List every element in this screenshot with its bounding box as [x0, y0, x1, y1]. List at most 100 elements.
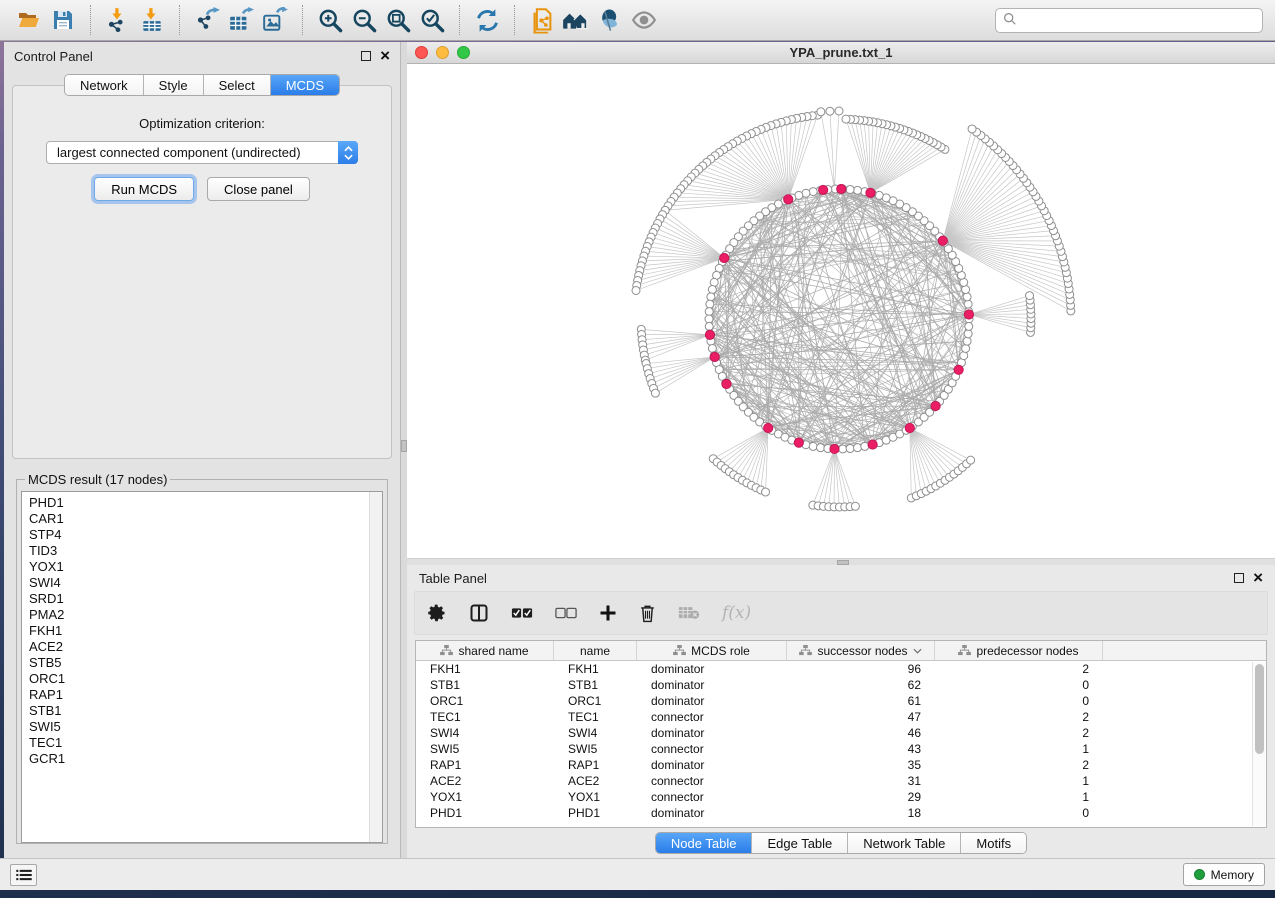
mcds-result-item[interactable]: PMA2 [29, 607, 382, 623]
network-node[interactable] [846, 185, 854, 193]
mcds-result-item[interactable]: STP4 [29, 527, 382, 543]
network-node[interactable] [868, 440, 877, 449]
table-row[interactable]: ORC1ORC1dominator610 [416, 693, 1266, 709]
table-row[interactable]: SWI5SWI5connector431 [416, 741, 1266, 757]
network-node[interactable] [819, 185, 828, 194]
tab-motifs[interactable]: Motifs [961, 833, 1026, 853]
table-row[interactable]: SWI4SWI4dominator462 [416, 725, 1266, 741]
column-header-predecessor-nodes[interactable]: predecessor nodes [935, 641, 1103, 660]
network-node[interactable] [705, 308, 713, 316]
close-panel-button[interactable]: Close panel [207, 177, 310, 201]
network-node[interactable] [931, 401, 940, 410]
mcds-result-list[interactable]: PHD1CAR1STP4TID3YOX1SWI4SRD1PMA2FKH1ACE2… [21, 491, 383, 843]
network-node[interactable] [839, 445, 847, 453]
column-header-mcds-role[interactable]: MCDS role [637, 641, 787, 660]
mcds-result-item[interactable]: ACE2 [29, 639, 382, 655]
create-column-plus-icon[interactable] [599, 604, 617, 622]
memory-button[interactable]: Memory [1183, 863, 1265, 886]
network-node[interactable] [854, 444, 862, 452]
search-input[interactable] [1022, 13, 1255, 27]
window-maximize-icon[interactable] [457, 46, 470, 59]
network-node[interactable] [764, 423, 773, 432]
mcds-result-item[interactable]: STB1 [29, 703, 382, 719]
tab-style[interactable]: Style [144, 75, 204, 95]
table-row[interactable]: TEC1TEC1connector472 [416, 709, 1266, 725]
network-node[interactable] [816, 444, 824, 452]
mcds-result-item[interactable]: TEC1 [29, 735, 382, 751]
export-image-icon[interactable] [258, 5, 292, 35]
network-node[interactable] [964, 330, 972, 338]
table-row[interactable]: STB1STB1dominator620 [416, 677, 1266, 693]
import-table-file-icon[interactable] [135, 5, 169, 35]
refresh-layout-icon[interactable] [470, 5, 504, 35]
table-row[interactable]: YOX1YOX1connector291 [416, 789, 1266, 805]
network-node[interactable] [705, 315, 713, 323]
export-network-icon[interactable] [190, 5, 224, 35]
mcds-result-item[interactable]: YOX1 [29, 559, 382, 575]
network-node[interactable] [632, 286, 640, 294]
network-node[interactable] [851, 502, 859, 510]
network-node[interactable] [866, 188, 875, 197]
control-panel-float-icon[interactable] [361, 51, 371, 61]
deselect-all-rows-icon[interactable] [555, 605, 577, 621]
network-node[interactable] [1026, 292, 1034, 300]
mcds-result-item[interactable]: ORC1 [29, 671, 382, 687]
network-window-titlebar[interactable]: YPA_prune.txt_1 [407, 42, 1275, 64]
network-node[interactable] [651, 389, 659, 397]
mcds-result-item[interactable]: SRD1 [29, 591, 382, 607]
tab-select[interactable]: Select [204, 75, 271, 95]
network-node[interactable] [846, 445, 854, 453]
network-node[interactable] [722, 379, 731, 388]
import-network-file-icon[interactable] [101, 5, 135, 35]
table-row[interactable]: FKH1FKH1dominator962 [416, 661, 1266, 677]
mcds-list-scrollbar[interactable] [369, 492, 382, 842]
tab-mcds[interactable]: MCDS [271, 75, 339, 95]
network-node[interactable] [963, 337, 971, 345]
network-canvas[interactable] [407, 64, 1275, 558]
network-node[interactable] [794, 438, 803, 447]
mcds-result-item[interactable]: SWI4 [29, 575, 382, 591]
table-settings-gear-icon[interactable] [427, 603, 447, 623]
network-node[interactable] [962, 344, 970, 352]
task-history-list-icon[interactable] [10, 864, 37, 886]
column-visibility-icon[interactable] [469, 603, 489, 623]
save-session-icon[interactable] [46, 5, 80, 35]
network-node[interactable] [905, 423, 914, 432]
mcds-result-item[interactable]: PHD1 [29, 495, 382, 511]
zoom-selected-icon[interactable] [415, 5, 449, 35]
network-node[interactable] [837, 184, 846, 193]
mcds-result-item[interactable]: GCR1 [29, 751, 382, 767]
table-row[interactable]: RAP1RAP1dominator352 [416, 757, 1266, 773]
table-scrollbar[interactable] [1252, 662, 1265, 826]
network-node[interactable] [967, 456, 975, 464]
network-node[interactable] [854, 186, 862, 194]
network-node[interactable] [705, 322, 713, 330]
network-node[interactable] [968, 125, 976, 133]
window-minimize-icon[interactable] [436, 46, 449, 59]
network-node[interactable] [830, 444, 839, 453]
tab-network[interactable]: Network [65, 75, 144, 95]
horizontal-splitter-handle[interactable] [837, 560, 849, 565]
network-from-clipboard-icon[interactable] [525, 5, 559, 35]
tab-node-table[interactable]: Node Table [656, 833, 753, 853]
network-node[interactable] [964, 310, 973, 319]
window-close-icon[interactable] [415, 46, 428, 59]
network-node[interactable] [842, 115, 850, 123]
zoom-out-icon[interactable] [347, 5, 381, 35]
zoom-in-icon[interactable] [313, 5, 347, 35]
network-node[interactable] [809, 188, 817, 196]
network-node[interactable] [710, 352, 719, 361]
network-node[interactable] [963, 293, 971, 301]
show-all-networks-icon[interactable] [559, 5, 593, 35]
zoom-fit-icon[interactable] [381, 5, 415, 35]
network-node[interactable] [762, 488, 770, 496]
column-header-name[interactable]: name [554, 641, 637, 660]
search-field[interactable] [995, 8, 1263, 33]
mcds-result-item[interactable]: TID3 [29, 543, 382, 559]
network-node[interactable] [835, 107, 843, 115]
control-panel-close-icon[interactable]: × [380, 51, 390, 61]
table-row[interactable]: ACE2ACE2connector311 [416, 773, 1266, 789]
horizontal-splitter[interactable] [407, 558, 1275, 565]
delete-column-trash-icon[interactable] [639, 604, 656, 623]
table-row[interactable]: PHD1PHD1dominator180 [416, 805, 1266, 821]
